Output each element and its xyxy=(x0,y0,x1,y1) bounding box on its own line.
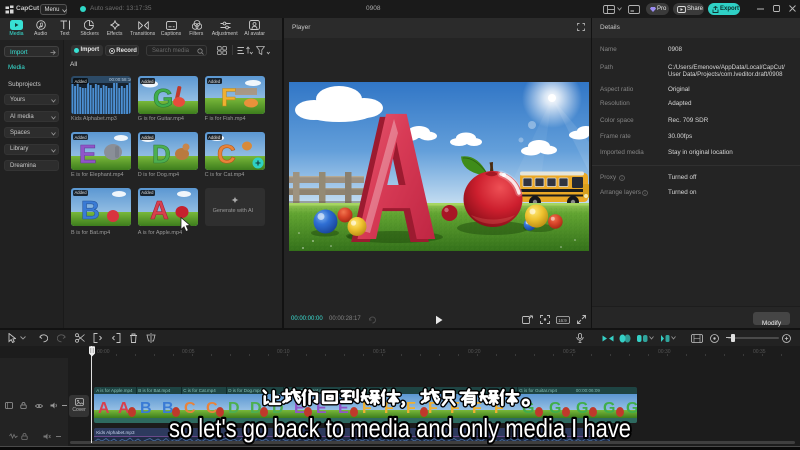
svg-text:D: D xyxy=(272,399,284,416)
svg-text:D: D xyxy=(152,139,171,169)
svg-text:D: D xyxy=(250,399,262,416)
svg-text:F: F xyxy=(406,399,416,416)
svg-text:A: A xyxy=(150,195,169,225)
svg-text:C: C xyxy=(217,139,236,169)
svg-text:B: B xyxy=(162,399,174,416)
svg-text:G: G xyxy=(522,399,534,416)
svg-text:G: G xyxy=(549,399,561,416)
svg-text:F: F xyxy=(384,399,394,416)
svg-text:F: F xyxy=(221,84,236,112)
svg-text:A: A xyxy=(118,399,130,416)
svg-text:D: D xyxy=(228,399,240,416)
svg-text:B: B xyxy=(81,195,100,225)
svg-text:G: G xyxy=(626,399,638,416)
svg-text:G: G xyxy=(576,399,588,416)
svg-text:G: G xyxy=(603,399,615,416)
svg-text:F: F xyxy=(494,399,504,416)
svg-text:E: E xyxy=(338,399,349,416)
svg-text:C: C xyxy=(206,399,218,416)
svg-text:00:00:58:16: 00:00:58:16 xyxy=(109,77,131,82)
svg-text:E: E xyxy=(79,139,96,169)
svg-text:F: F xyxy=(472,399,482,416)
svg-text:E: E xyxy=(294,399,305,416)
svg-text:G: G xyxy=(153,83,173,113)
svg-text:16:9: 16:9 xyxy=(558,317,567,322)
svg-text:F: F xyxy=(428,399,438,416)
svg-text:B: B xyxy=(140,399,152,416)
svg-text:A: A xyxy=(98,399,110,416)
svg-text:E: E xyxy=(316,399,327,416)
svg-text:F: F xyxy=(450,399,460,416)
svg-text:C: C xyxy=(184,399,196,416)
svg-text:F: F xyxy=(362,399,372,416)
